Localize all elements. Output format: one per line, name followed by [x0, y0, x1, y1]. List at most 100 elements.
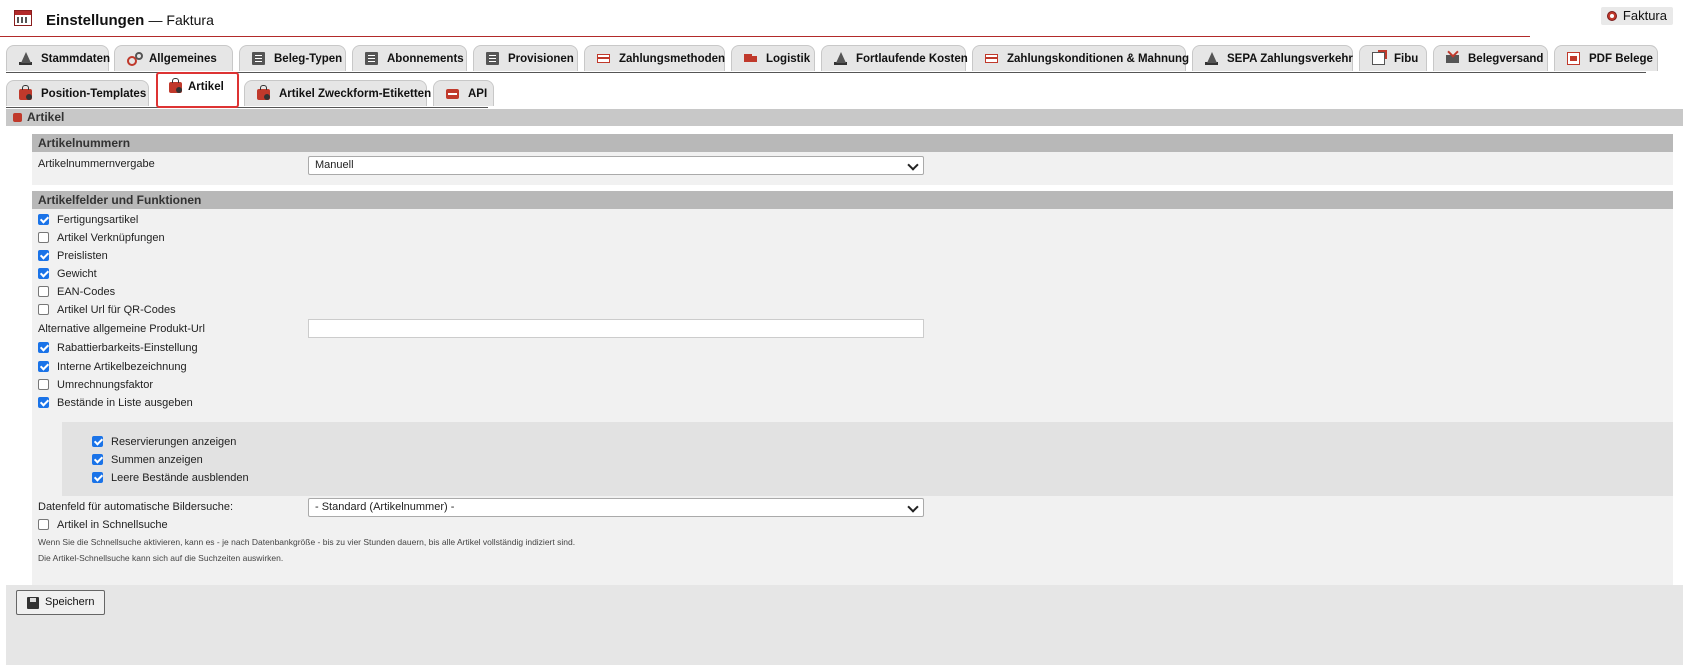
page-title-text: Einstellungen: [46, 12, 145, 29]
checkbox-label: Fertigungsartikel: [57, 214, 139, 226]
checkbox-label: Reservierungen anzeigen: [111, 436, 237, 448]
checkbox[interactable]: [38, 519, 49, 530]
checkbox-label: Gewicht: [57, 268, 97, 280]
checkbox[interactable]: [38, 232, 49, 243]
checkbox-label: Bestände in Liste ausgeben: [57, 397, 193, 409]
select-value: Manuell: [315, 159, 354, 171]
tab-fortlaufende-kosten[interactable]: Fortlaufende Kosten: [821, 45, 968, 71]
card-icon: [985, 54, 998, 63]
document-icon: [486, 52, 499, 65]
tab-label: Allgemeines: [149, 53, 217, 65]
bag-icon: [257, 85, 270, 100]
tab-artikel[interactable]: Artikel: [156, 72, 239, 108]
checkbox-label: Summen anzeigen: [111, 454, 203, 466]
checkbox[interactable]: [92, 472, 103, 483]
pdf-icon: [1567, 52, 1580, 65]
panel-artikelnummern: Artikelnummern Artikelnummernvergabe Man…: [32, 134, 1673, 185]
section-title: Artikel: [27, 110, 65, 124]
chevron-down-icon: [907, 159, 919, 171]
checkbox[interactable]: [38, 286, 49, 297]
tab-label: Zahlungsmethoden: [619, 53, 726, 65]
save-button-label: Speichern: [45, 596, 95, 608]
checkbox-label: Artikel Url für QR-Codes: [57, 304, 176, 316]
checkbox[interactable]: [38, 250, 49, 261]
checkbox[interactable]: [38, 342, 49, 353]
tab-label: PDF Belege: [1589, 53, 1653, 65]
tab-sepa-zahlungsverkehr[interactable]: SEPA Zahlungsverkehr: [1192, 45, 1353, 71]
calculator-icon: [14, 10, 32, 26]
artikelnummernvergabe-label: Artikelnummernvergabe: [38, 158, 155, 170]
checkbox-label: Artikel Verknüpfungen: [57, 232, 165, 244]
tab-label: Beleg-Typen: [274, 53, 343, 65]
checkbox[interactable]: [38, 361, 49, 372]
tab-beleg-typen[interactable]: Beleg-Typen: [239, 45, 346, 71]
section-header: Artikel: [6, 109, 1683, 126]
produkt-url-input[interactable]: [308, 319, 924, 338]
tab-label: SEPA Zahlungsverkehr: [1227, 53, 1353, 65]
checkbox[interactable]: [38, 268, 49, 279]
panel-heading: Artikelnummern: [32, 134, 1673, 152]
tab-position-templates[interactable]: Position-Templates: [6, 80, 149, 106]
checkbox-label: Preislisten: [57, 250, 108, 262]
checkbox-label: Leere Bestände ausblenden: [111, 472, 249, 484]
module-badge-label: Faktura: [1622, 8, 1667, 23]
tab-label: Provisionen: [508, 53, 574, 65]
module-dot-icon: [1606, 11, 1617, 21]
tab-zahlungskonditionen[interactable]: Zahlungskonditionen & Mahnung: [972, 45, 1190, 71]
tab-logistik[interactable]: Logistik: [731, 45, 815, 71]
tab-fibu[interactable]: Fibu: [1359, 45, 1427, 71]
schnellsuche-hint: Wenn Sie die Schnellsuche aktivieren, ka…: [38, 537, 576, 547]
tab-label: Logistik: [766, 53, 811, 65]
checkbox[interactable]: [38, 397, 49, 408]
export-icon: [1372, 50, 1387, 65]
checkbox-label: Umrechnungsfaktor: [57, 379, 153, 391]
page-subtitle: — Faktura: [148, 12, 214, 28]
checkbox-label: Interne Artikelbezeichnung: [57, 361, 187, 373]
document-icon: [365, 52, 378, 65]
tab-artikel-zweckform-etiketten[interactable]: Artikel Zweckform-Etiketten: [244, 80, 431, 106]
floppy-disk-icon: [27, 597, 39, 609]
checkbox[interactable]: [92, 436, 103, 447]
panel-heading: Artikelfelder und Funktionen: [32, 191, 1673, 209]
checkbox[interactable]: [92, 454, 103, 465]
cone-icon: [834, 52, 847, 65]
checkbox[interactable]: [38, 214, 49, 225]
checkbox[interactable]: [38, 304, 49, 315]
produkt-url-label: Alternative allgemeine Produkt-Url: [38, 323, 205, 335]
chevron-down-icon: [907, 501, 919, 513]
checkbox[interactable]: [38, 379, 49, 390]
bestaende-options-box: Reservierungen anzeigen Summen anzeigen …: [62, 422, 1673, 496]
bildersuche-select[interactable]: - Standard (Artikelnummer) -: [308, 498, 924, 517]
cone-icon: [1205, 52, 1218, 65]
schnellsuche-hint-2: Die Artikel-Schnellsuche kann sich auf d…: [38, 553, 284, 563]
tab-stammdaten[interactable]: Stammdaten: [6, 45, 110, 71]
gears-icon: [127, 52, 143, 66]
tab-abonnements[interactable]: Abonnements: [352, 45, 467, 71]
tab-api[interactable]: API: [433, 80, 494, 106]
module-badge[interactable]: Faktura: [1600, 7, 1673, 25]
settings-content: Artikelnummern Artikelnummernvergabe Man…: [6, 126, 1683, 625]
tab-label: Fibu: [1394, 53, 1419, 65]
bag-icon: [19, 85, 32, 100]
tab-label: Fortlaufende Kosten: [856, 53, 968, 65]
page-header: Einstellungen — Faktura: [0, 0, 1530, 37]
tab-belegversand[interactable]: Belegversand: [1433, 45, 1548, 71]
artikelnummernvergabe-select[interactable]: Manuell: [308, 156, 924, 175]
tab-label: Abonnements: [387, 53, 464, 65]
tab-provisionen[interactable]: Provisionen: [473, 45, 578, 71]
card-icon: [597, 54, 610, 63]
document-icon: [252, 52, 265, 65]
bag-icon: [13, 113, 22, 122]
tab-row-1: Stammdaten Allgemeines Beleg-Typen Abonn…: [6, 42, 1658, 73]
save-button[interactable]: Speichern: [16, 590, 105, 615]
truck-icon: [744, 54, 757, 62]
page-title: Einstellungen — Faktura: [46, 12, 214, 29]
tab-allgemeines[interactable]: Allgemeines: [114, 45, 233, 71]
tab-pdf-belege[interactable]: PDF Belege: [1554, 45, 1658, 71]
tab-zahlungsmethoden[interactable]: Zahlungsmethoden: [584, 45, 725, 71]
tab-label: Artikel Zweckform-Etiketten: [279, 88, 432, 100]
tab-label: Zahlungskonditionen & Mahnung: [1007, 53, 1190, 65]
select-value: - Standard (Artikelnummer) -: [315, 501, 455, 513]
panel-artikelfelder: Artikelfelder und Funktionen Fertigungsa…: [32, 191, 1673, 614]
cone-icon: [19, 52, 32, 65]
